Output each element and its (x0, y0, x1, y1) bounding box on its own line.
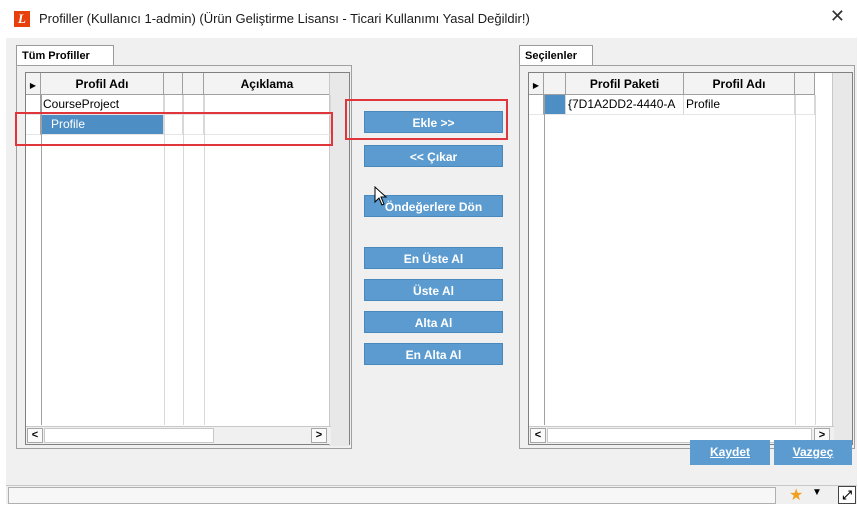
highlight-annotation (345, 99, 508, 140)
app-logo-icon: L (14, 11, 30, 27)
remove-button[interactable]: << Çıkar (364, 145, 503, 167)
scrollbar-thumb[interactable] (547, 428, 812, 443)
scrollbar-thumb[interactable] (44, 428, 214, 443)
column-header-profile-name[interactable]: Profil Adı (41, 73, 164, 95)
table-cell-profile-name[interactable]: Profile (684, 95, 795, 115)
row-indicator-header: ▶ (26, 73, 41, 95)
title-bar: L Profiller (Kullanıcı 1-admin) (Ürün Ge… (0, 0, 859, 38)
expand-icon[interactable]: ⤢ (838, 486, 856, 504)
table-cell[interactable] (795, 95, 815, 115)
table-cell-profile-package[interactable]: {7D1A2DD2-4440-A (566, 95, 684, 115)
table-cell-selected-marker[interactable] (544, 95, 566, 115)
column-header-blank[interactable] (544, 73, 566, 95)
column-header-blank[interactable] (164, 73, 183, 95)
grid-line (815, 95, 816, 425)
grid-line (795, 95, 796, 425)
column-header-profile-package[interactable]: Profil Paketi (566, 73, 684, 95)
chevron-right-icon[interactable]: > (311, 428, 327, 443)
selected-profiles-panel: ▶ Profil Paketi Profil Adı {7D1A2DD2-444… (519, 65, 855, 449)
cancel-button[interactable]: Vazgeç (774, 440, 852, 465)
highlight-annotation (15, 112, 333, 146)
vertical-scrollbar[interactable] (832, 73, 852, 446)
selected-profiles-grid[interactable]: ▶ Profil Paketi Profil Adı {7D1A2DD2-444… (528, 72, 853, 446)
chevron-down-icon[interactable]: ▼ (812, 487, 822, 498)
tab-all-profiles[interactable]: Tüm Profiller (16, 45, 114, 66)
mouse-cursor-icon (374, 185, 388, 209)
move-up-button[interactable]: Üste Al (364, 279, 503, 301)
status-text-field (8, 487, 776, 504)
column-header-blank[interactable] (183, 73, 204, 95)
move-down-button[interactable]: Alta Al (364, 311, 503, 333)
window-title: Profiller (Kullanıcı 1-admin) (Ürün Geli… (39, 11, 530, 26)
row-indicator-header: ▶ (529, 73, 544, 95)
column-header-blank[interactable] (795, 73, 815, 95)
column-header-profile-name[interactable]: Profil Adı (684, 73, 795, 95)
status-bar: ★ ▼ ⤢ (6, 485, 857, 504)
star-icon[interactable]: ★ (789, 485, 803, 505)
move-top-button[interactable]: En Üste Al (364, 247, 503, 269)
row-indicator (529, 95, 544, 115)
horizontal-scrollbar[interactable]: < > (26, 426, 331, 444)
grid-line (544, 95, 545, 425)
dialog-body: Tüm Profiller ▶ Profil Adı Açıklama Cour… (6, 38, 857, 504)
tab-selected[interactable]: Seçilenler (519, 45, 593, 66)
close-icon[interactable]: ✕ (830, 6, 845, 27)
column-header-description[interactable]: Açıklama (204, 73, 331, 95)
move-bottom-button[interactable]: En Alta Al (364, 343, 503, 365)
chevron-left-icon[interactable]: < (27, 428, 43, 443)
chevron-left-icon[interactable]: < (530, 428, 546, 443)
save-button[interactable]: Kaydet (690, 440, 770, 465)
